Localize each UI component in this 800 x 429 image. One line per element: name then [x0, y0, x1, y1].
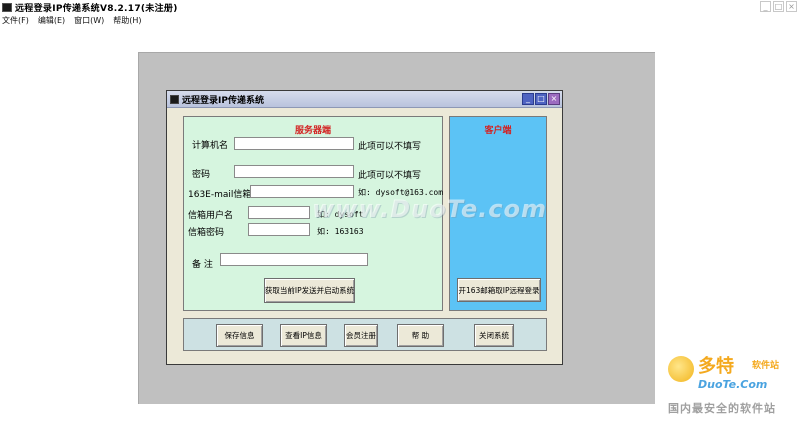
watermark-slogan: 国内最安全的软件站	[668, 402, 776, 415]
minimize-button[interactable]: _	[760, 1, 771, 12]
email-label: 163E-mail信箱	[188, 190, 252, 200]
help-button[interactable]: 帮 助	[397, 324, 444, 347]
save-info-button[interactable]: 保存信息	[216, 324, 263, 347]
menu-help[interactable]: 帮助(H)	[113, 15, 141, 26]
mail-password-hint: 如: 163163	[317, 227, 364, 236]
mail-user-label: 信箱用户名	[188, 211, 234, 221]
child-window-icon	[170, 94, 179, 104]
mail-password-label: 信箱密码	[188, 228, 225, 238]
close-system-button[interactable]: 关闭系统	[474, 324, 514, 347]
app-title: 远程登录IP传递系统V8.2.17(未注册)	[15, 3, 178, 14]
password-hint: 此项可以不填写	[358, 171, 422, 181]
watermark-brand-en: DuoTe.Com	[698, 378, 768, 391]
watermark-brand-cn: 多特	[698, 356, 734, 377]
bottom-button-bar: 保存信息 查看IP信息 会员注册 帮 助 关闭系统	[183, 318, 547, 351]
menu-file[interactable]: 文件(F)	[2, 15, 29, 26]
client-header: 客户端	[484, 126, 512, 136]
menu-edit[interactable]: 编辑(E)	[38, 15, 65, 26]
view-ip-button[interactable]: 查看IP信息	[280, 324, 327, 347]
child-maximize-button[interactable]: □	[535, 93, 547, 105]
server-header: 服务器端	[294, 126, 331, 136]
remark-label: 备 注	[192, 260, 213, 270]
close-button[interactable]: ×	[786, 1, 797, 12]
child-window-controls: _ □ ×	[522, 93, 560, 105]
watermark-center: www.DuoTe.com	[312, 195, 547, 223]
menu-bar: 文件(F) 编辑(E) 窗口(W) 帮助(H)	[0, 14, 800, 26]
child-close-button[interactable]: ×	[548, 93, 560, 105]
child-window-title-bar[interactable]: 远程登录IP传递系统 _ □ ×	[167, 91, 562, 108]
window-controls: _ □ ×	[760, 1, 797, 12]
watermark-logo: 多特 软件站 DuoTe.Com 国内最安全的软件站	[668, 350, 796, 420]
password-label: 密码	[192, 170, 211, 180]
app-icon	[2, 2, 12, 12]
maximize-button[interactable]: □	[773, 1, 784, 12]
menu-window[interactable]: 窗口(W)	[74, 15, 104, 26]
password-input[interactable]	[234, 165, 354, 178]
computer-name-input[interactable]	[234, 137, 354, 150]
open-mailbox-login-button[interactable]: 开163邮箱取IP远程登录	[457, 278, 541, 302]
mail-user-input[interactable]	[248, 206, 310, 219]
child-window-title: 远程登录IP传递系统	[182, 95, 264, 106]
child-minimize-button[interactable]: _	[522, 93, 534, 105]
start-system-button[interactable]: 获取当前IP发送并启动系统	[264, 278, 355, 303]
computer-name-hint: 此项可以不填写	[358, 142, 422, 152]
watermark-brand-cn-small: 软件站	[752, 361, 780, 371]
computer-name-label: 计算机名	[192, 141, 229, 151]
mail-password-input[interactable]	[248, 223, 310, 236]
remark-input[interactable]	[220, 253, 368, 266]
mascot-icon	[668, 356, 694, 382]
child-window: 远程登录IP传递系统 _ □ × 服务器端 计算机名 此项可以不填写 密码 此项…	[166, 90, 563, 365]
member-register-button[interactable]: 会员注册	[344, 324, 378, 347]
app-title-bar: 远程登录IP传递系统V8.2.17(未注册) _ □ ×	[0, 0, 800, 14]
